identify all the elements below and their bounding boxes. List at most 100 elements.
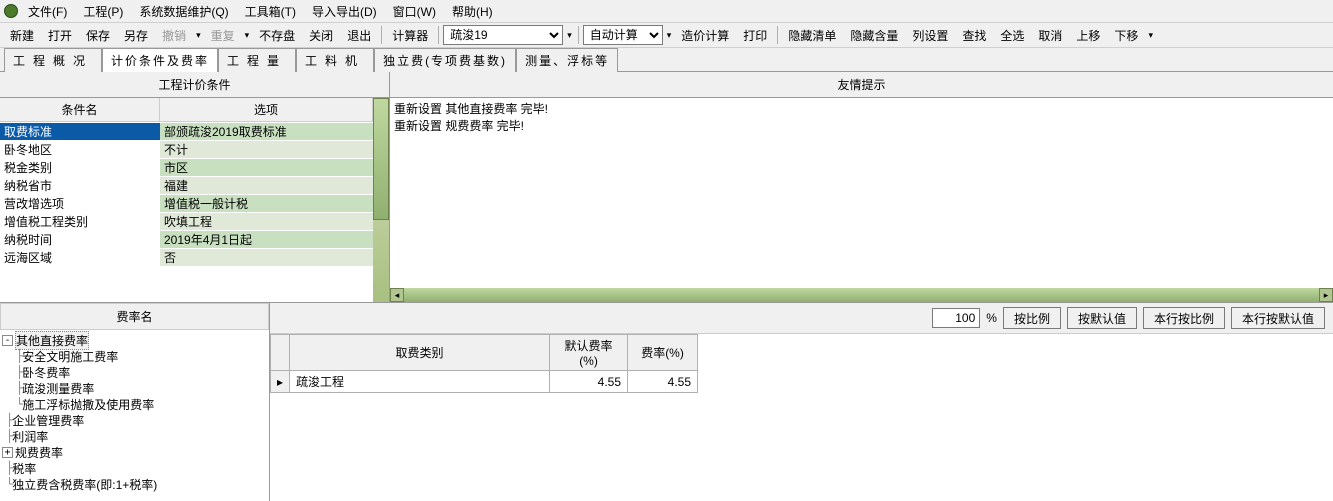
rate-grid[interactable]: 取费类别 默认费率(%) 费率(%) ▸ 疏浚工程 4.55 4.55 [270, 334, 1333, 393]
project-combo[interactable]: 疏浚19 [443, 25, 563, 45]
tree-node-safe[interactable]: ├ 安全文明施工费率 [2, 348, 267, 364]
undo-button[interactable]: 撤销 [156, 25, 192, 46]
tree-node-enterprise[interactable]: ├ 企业管理费率 [2, 412, 267, 428]
project-dropdown-icon[interactable]: ▾ [565, 30, 574, 41]
tree-node-tax[interactable]: ├ 税率 [2, 460, 267, 476]
collapse-icon[interactable]: - [2, 335, 13, 346]
cond-opt[interactable]: 部颁疏浚2019取费标准 [160, 123, 373, 140]
col-rate[interactable]: 费率(%) [628, 335, 698, 371]
nosave-button[interactable]: 不存盘 [253, 25, 301, 46]
log-textarea[interactable]: 重新设置 其他直接费率 完毕! 重新设置 规费费率 完毕! ◂ ▸ [390, 98, 1333, 302]
cond-opt[interactable]: 否 [160, 249, 373, 266]
scroll-left-icon[interactable]: ◂ [390, 288, 404, 302]
row-ratio-button[interactable]: 本行按比例 [1143, 307, 1225, 329]
cond-opt[interactable]: 不计 [160, 141, 373, 158]
menu-sysdata[interactable]: 系统数据维护(Q) [133, 1, 234, 22]
cond-name: 取费标准 [0, 123, 160, 140]
app-icon [4, 4, 18, 18]
menu-importexport[interactable]: 导入导出(D) [306, 1, 383, 22]
hints-panel: 友情提示 重新设置 其他直接费率 完毕! 重新设置 规费费率 完毕! ◂ ▸ [390, 72, 1333, 302]
cond-opt[interactable]: 福建 [160, 177, 373, 194]
condition-row[interactable]: 增值税工程类别 吹填工程 [0, 212, 373, 230]
by-default-button[interactable]: 按默认值 [1067, 307, 1137, 329]
cell-category[interactable]: 疏浚工程 [290, 371, 550, 393]
rate-row[interactable]: ▸ 疏浚工程 4.55 4.55 [271, 371, 698, 393]
menu-toolbox[interactable]: 工具箱(T) [239, 1, 302, 22]
colset-button[interactable]: 列设置 [906, 25, 954, 46]
hidelist-button[interactable]: 隐藏清单 [782, 25, 842, 46]
menu-project[interactable]: 工程(P) [77, 1, 129, 22]
col-default-rate[interactable]: 默认费率(%) [550, 335, 628, 371]
tab-survey[interactable]: 测量、浮标等 [516, 48, 618, 72]
selall-button[interactable]: 全选 [994, 25, 1030, 46]
moveup-button[interactable]: 上移 [1070, 25, 1106, 46]
find-button[interactable]: 查找 [956, 25, 992, 46]
menu-help[interactable]: 帮助(H) [446, 1, 499, 22]
col-fee-category[interactable]: 取费类别 [290, 335, 550, 371]
row-default-button[interactable]: 本行按默认值 [1231, 307, 1325, 329]
scrollbar-thumb[interactable] [373, 98, 389, 220]
vertical-scrollbar[interactable] [373, 98, 389, 302]
condition-row[interactable]: 远海区域 否 [0, 248, 373, 266]
tab-qty[interactable]: 工程量 [218, 48, 296, 72]
cond-opt[interactable]: 吹填工程 [160, 213, 373, 230]
condition-row[interactable]: 取费标准 部颁疏浚2019取费标准 [0, 122, 373, 140]
cell-default-rate[interactable]: 4.55 [550, 371, 628, 393]
tab-material[interactable]: 工料机 [296, 48, 374, 72]
more-dropdown-icon[interactable]: ▾ [1146, 30, 1155, 41]
tree-node-winter[interactable]: ├ 卧冬费率 [2, 364, 267, 380]
calc-dropdown-icon[interactable]: ▾ [665, 30, 674, 41]
conditions-table[interactable]: 条件名 选项 取费标准 部颁疏浚2019取费标准 卧冬地区 不计 税金类别 市区… [0, 98, 373, 302]
cond-opt[interactable]: 增值税一般计税 [160, 195, 373, 212]
condition-row[interactable]: 纳税时间 2019年4月1日起 [0, 230, 373, 248]
condition-row[interactable]: 纳税省市 福建 [0, 176, 373, 194]
tree-node-indep-tax[interactable]: └ 独立费含税费率(即:1+税率) [2, 476, 267, 492]
percent-input[interactable] [932, 308, 980, 328]
costcalc-button[interactable]: 造价计算 [675, 25, 735, 46]
new-button[interactable]: 新建 [4, 25, 40, 46]
tree-title: 费率名 [0, 303, 269, 330]
horizontal-scrollbar[interactable]: ◂ ▸ [390, 288, 1333, 302]
tab-indep[interactable]: 独立费(专项费基数) [374, 48, 516, 72]
separator [438, 26, 439, 44]
condition-row[interactable]: 税金类别 市区 [0, 158, 373, 176]
tree-label: 卧冬费率 [22, 364, 70, 381]
print-button[interactable]: 打印 [737, 25, 773, 46]
redo-button[interactable]: 重复 [205, 25, 241, 46]
movedown-button[interactable]: 下移 [1108, 25, 1144, 46]
condition-row[interactable]: 营改增选项 增值税一般计税 [0, 194, 373, 212]
cell-rate[interactable]: 4.55 [628, 371, 698, 393]
tab-overview[interactable]: 工程概况 [4, 48, 102, 72]
tab-pricing[interactable]: 计价条件及费率 [102, 48, 218, 72]
menu-file[interactable]: 文件(F) [22, 1, 73, 22]
redo-dropdown-icon[interactable]: ▾ [243, 30, 252, 41]
tree-node-regulation[interactable]: + 规费费率 [2, 444, 267, 460]
undo-dropdown-icon[interactable]: ▾ [194, 30, 203, 41]
calc-mode-combo[interactable]: 自动计算 [583, 25, 663, 45]
tree-node-dredge[interactable]: ├ 疏浚测量费率 [2, 380, 267, 396]
expand-icon[interactable]: + [2, 447, 13, 458]
col-condition-name[interactable]: 条件名 [0, 98, 160, 121]
tree-label: 施工浮标抛撒及使用费率 [22, 396, 154, 413]
exit-button[interactable]: 退出 [341, 25, 377, 46]
by-ratio-button[interactable]: 按比例 [1003, 307, 1061, 329]
calculator-button[interactable]: 计算器 [386, 25, 434, 46]
tree-node-float[interactable]: └ 施工浮标抛撒及使用费率 [2, 396, 267, 412]
tree-node-other-direct[interactable]: - 其他直接费率 [2, 332, 267, 348]
save-button[interactable]: 保存 [80, 25, 116, 46]
cond-opt[interactable]: 2019年4月1日起 [160, 231, 373, 248]
toolbar: 新建 打开 保存 另存 撤销 ▾ 重复 ▾ 不存盘 关闭 退出 计算器 疏浚19… [0, 22, 1333, 48]
cond-opt[interactable]: 市区 [160, 159, 373, 176]
close-button[interactable]: 关闭 [303, 25, 339, 46]
condition-row[interactable]: 卧冬地区 不计 [0, 140, 373, 158]
tree-node-profit[interactable]: ├ 利润率 [2, 428, 267, 444]
cancel-button[interactable]: 取消 [1032, 25, 1068, 46]
menu-window[interactable]: 窗口(W) [387, 1, 442, 22]
tabbar: 工程概况 计价条件及费率 工程量 工料机 独立费(专项费基数) 测量、浮标等 [0, 48, 1333, 72]
open-button[interactable]: 打开 [42, 25, 78, 46]
saveas-button[interactable]: 另存 [118, 25, 154, 46]
col-condition-option[interactable]: 选项 [160, 98, 373, 121]
scroll-right-icon[interactable]: ▸ [1319, 288, 1333, 302]
hidecontent-button[interactable]: 隐藏含量 [844, 25, 904, 46]
rate-tree[interactable]: - 其他直接费率 ├ 安全文明施工费率 ├ 卧冬费率 ├ 疏浚测量费率 └ 施工… [0, 330, 269, 501]
